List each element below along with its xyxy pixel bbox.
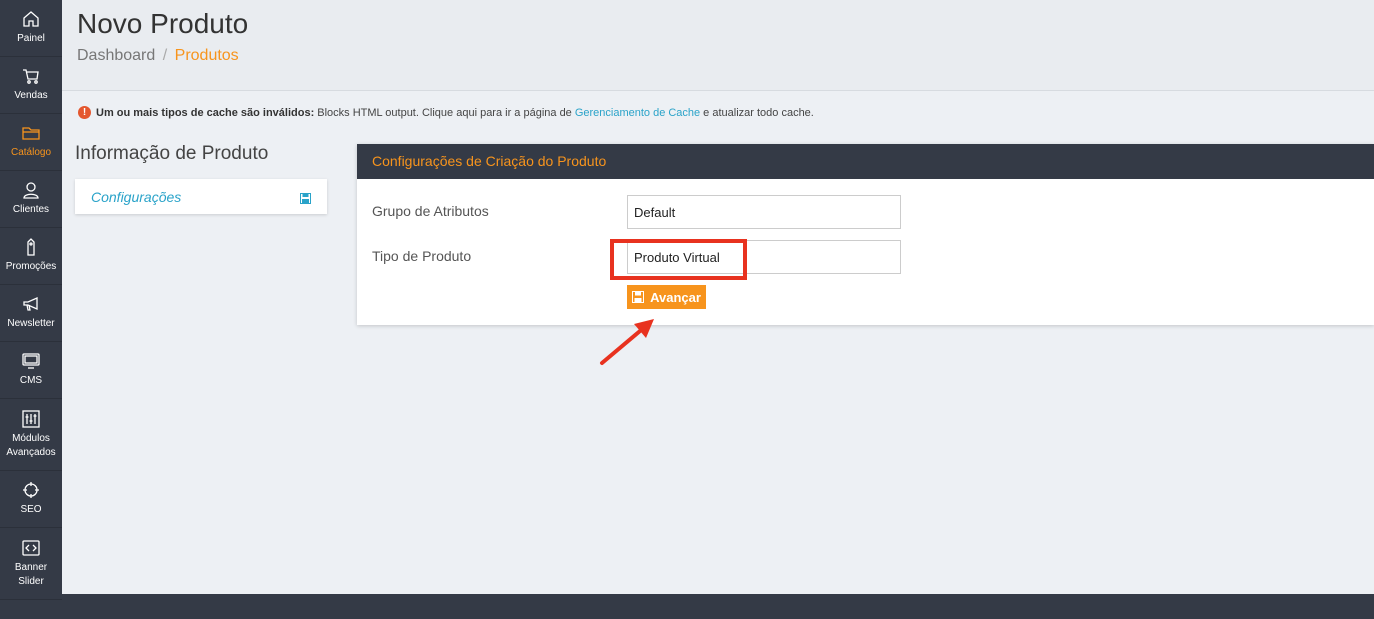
- home-icon: [22, 10, 40, 28]
- sidebar-item-painel[interactable]: Painel: [0, 0, 62, 57]
- sidebar-item-label: Painel: [17, 33, 45, 45]
- sidebar-item-label: Módulos Avançados: [6, 433, 56, 458]
- breadcrumb-separator: /: [162, 47, 168, 64]
- megaphone-icon: [22, 295, 40, 313]
- sidebar-item-banner-slider[interactable]: Banner Slider: [0, 528, 62, 600]
- floppy-disk-icon: [632, 291, 645, 303]
- annotation-arrow-icon: [600, 319, 654, 365]
- breadcrumb-home[interactable]: Dashboard: [77, 47, 155, 64]
- sidebar-item-promocoes[interactable]: Promoções: [0, 228, 62, 285]
- tab-label: Configurações: [91, 188, 182, 205]
- page-header: Novo Produto Dashboard / Produtos: [62, 0, 1374, 91]
- sidebar-item-modulos-avancados[interactable]: Módulos Avançados: [0, 399, 62, 471]
- cart-icon: [22, 67, 40, 85]
- sidebar-item-label: CMS: [19, 375, 43, 387]
- code-icon: [22, 539, 40, 557]
- attribute-group-select[interactable]: Default: [627, 195, 901, 229]
- attribute-group-label: Grupo de Atributos: [372, 203, 489, 219]
- product-creation-card: Configurações de Criação do Produto Grup…: [357, 144, 1374, 325]
- floppy-disk-icon: [300, 191, 311, 204]
- cache-alert: ! Um ou mais tipos de cache são inválido…: [78, 106, 814, 119]
- page-title: Novo Produto: [77, 8, 249, 39]
- cache-management-link[interactable]: Gerenciamento de Cache: [575, 107, 700, 119]
- sidebar-item-label: Banner Slider: [14, 562, 48, 587]
- alert-text: Blocks HTML output. Clique aqui para ir …: [317, 106, 572, 119]
- sidebar-item-label: Catálogo: [10, 147, 52, 159]
- sidebar-item-label: Vendas: [14, 90, 48, 102]
- sidebar-item-label: Clientes: [12, 204, 50, 216]
- footer-bar: [62, 594, 1374, 619]
- sidebar-item-cms[interactable]: CMS: [0, 342, 62, 399]
- sidebar: Painel Vendas Catálogo Clientes Promoçõe…: [0, 0, 62, 619]
- tab-configuracoes[interactable]: Configurações: [75, 179, 327, 214]
- target-icon: [22, 481, 40, 499]
- monitor-icon: [22, 352, 40, 370]
- warning-icon: !: [78, 106, 91, 119]
- sidebar-item-seo[interactable]: SEO: [0, 471, 62, 528]
- sidebar-item-catalogo[interactable]: Catálogo: [0, 114, 62, 171]
- breadcrumb-current[interactable]: Produtos: [175, 47, 239, 64]
- breadcrumb: Dashboard / Produtos: [77, 47, 239, 65]
- sidebar-item-newsletter[interactable]: Newsletter: [0, 285, 62, 342]
- card-title: Configurações de Criação do Produto: [357, 144, 1374, 179]
- avancar-button[interactable]: Avançar: [627, 285, 706, 309]
- alert-strong: Um ou mais tipos de cache são inválidos:: [96, 106, 315, 119]
- highlight-box: [610, 239, 747, 280]
- sliders-icon: [22, 410, 40, 428]
- product-type-label: Tipo de Produto: [372, 248, 472, 264]
- sidebar-item-label: Newsletter: [7, 318, 55, 330]
- sidebar-item-label: SEO: [20, 504, 42, 516]
- folder-icon: [22, 124, 40, 142]
- sidebar-item-label: Promoções: [5, 261, 57, 273]
- alert-text-after: e atualizar todo cache.: [703, 106, 814, 119]
- avancar-label: Avançar: [650, 289, 701, 305]
- tag-icon: [22, 238, 40, 256]
- product-info-title: Informação de Produto: [75, 143, 269, 164]
- sidebar-item-vendas[interactable]: Vendas: [0, 57, 62, 114]
- user-icon: [22, 181, 40, 199]
- sidebar-item-clientes[interactable]: Clientes: [0, 171, 62, 228]
